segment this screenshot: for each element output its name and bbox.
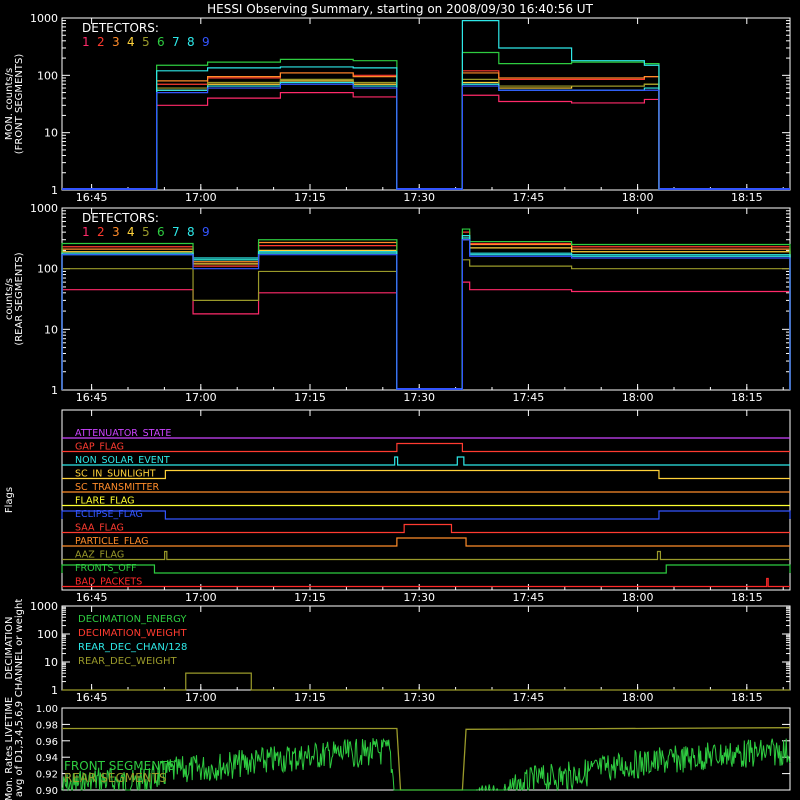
flags-xtick-label: 17:45 — [513, 591, 545, 604]
rear-legend-number: 7 — [172, 225, 180, 239]
rear-legend-number: 4 — [127, 225, 135, 239]
decimation-legend-entry: DECIMATION_ENERGY — [78, 614, 187, 625]
rear-xtick-label: 17:15 — [294, 391, 326, 404]
rear-legend-number: 5 — [142, 225, 150, 239]
flags-xtick-label: 16:45 — [76, 591, 108, 604]
decimation-legend-entry: REAR_DEC_CHAN/128 — [78, 642, 187, 653]
rear-ytick-label: 1 — [51, 384, 58, 397]
livetime-ylabel-line: avg of D1,3,4,5,6,9 — [14, 701, 25, 797]
livetime-legend-entry: REAR SEGMENTS — [64, 771, 167, 785]
rear-ytick-label: 10 — [44, 323, 58, 336]
figure-background — [0, 0, 800, 800]
front-legend-number: 2 — [97, 35, 105, 49]
flag-label: ATTENUATOR_STATE — [75, 428, 171, 439]
flags-ylabel-line: Flags — [4, 487, 15, 513]
front-ytick-label: 100 — [37, 69, 58, 82]
hessi-summary-figure: HESSI Observing Summary, starting on 200… — [0, 0, 800, 800]
rear-ytick-label: 100 — [37, 263, 58, 276]
flag-label: PARTICLE_FLAG — [75, 536, 148, 547]
flags-xtick-label: 18:15 — [731, 591, 763, 604]
rear-xtick-label: 18:15 — [731, 391, 763, 404]
rear-legend-number: 9 — [202, 225, 210, 239]
rear-xtick-label: 17:30 — [403, 391, 435, 404]
livetime-ytick-label: 0.94 — [36, 753, 58, 764]
decimation-legend-entry: REAR_DEC_WEIGHT — [78, 656, 177, 667]
livetime-ytick-label: 0.96 — [36, 737, 58, 748]
livetime-ytick-label: 0.98 — [36, 720, 58, 731]
front-ytick-label: 1 — [51, 184, 58, 197]
rear-xtick-label: 17:00 — [185, 391, 217, 404]
figure-title: HESSI Observing Summary, starting on 200… — [207, 2, 593, 16]
flag-label: BAD_PACKETS — [75, 577, 142, 588]
rear-xtick-label: 18:00 — [622, 391, 654, 404]
decimation-legend-entry: DECIMATION_WEIGHT — [78, 628, 187, 639]
front-legend-number: 8 — [187, 35, 195, 49]
front-legend-number: 9 — [202, 35, 210, 49]
front-legend-number: 7 — [172, 35, 180, 49]
front-ytick-label: 10 — [44, 127, 58, 140]
decimation-xtick-label: 17:30 — [403, 691, 435, 704]
flags-xtick-label: 17:15 — [294, 591, 326, 604]
front-ylabel-line: (FRONT SEGMENTS) — [14, 54, 25, 155]
flags-xtick-label: 17:00 — [185, 591, 217, 604]
rear-legend-number: 8 — [187, 225, 195, 239]
decimation-ytick-label: 1 — [51, 684, 58, 697]
front-xtick-label: 16:45 — [76, 191, 108, 204]
flag-label: AAZ_FLAG — [75, 550, 124, 561]
front-xtick-label: 18:00 — [622, 191, 654, 204]
rear-legend-title: DETECTORS: — [82, 211, 159, 225]
flag-label: SAA_FLAG — [75, 523, 124, 534]
decimation-xtick-label: 18:00 — [622, 691, 654, 704]
rear-legend-number: 2 — [97, 225, 105, 239]
flag-label: SC_IN_SUNLIGHT — [75, 469, 156, 480]
flags-xtick-label: 18:00 — [622, 591, 654, 604]
flag-label: FLARE_FLAG — [75, 496, 135, 507]
flag-label: GAP_FLAG — [75, 442, 124, 453]
front-legend-number: 3 — [112, 35, 120, 49]
decimation-xtick-label: 18:15 — [731, 691, 763, 704]
front-ytick-label: 1000 — [30, 12, 58, 25]
decimation-xtick-label: 17:00 — [185, 691, 217, 704]
decimation-xtick-label: 17:45 — [513, 691, 545, 704]
decimation-xtick-label: 17:15 — [294, 691, 326, 704]
front-xtick-label: 17:15 — [294, 191, 326, 204]
front-legend-number: 5 — [142, 35, 150, 49]
livetime-ytick-label: 0.92 — [36, 770, 58, 781]
rear-legend-number: 1 — [82, 225, 90, 239]
flag-label: NON_SOLAR_EVENT — [75, 455, 170, 466]
front-legend-number: 1 — [82, 35, 90, 49]
front-legend-number: 6 — [157, 35, 165, 49]
front-xtick-label: 17:45 — [513, 191, 545, 204]
rear-xtick-label: 16:45 — [76, 391, 108, 404]
rear-legend-number: 3 — [112, 225, 120, 239]
flag-label: SC_TRANSMITTER — [75, 482, 160, 493]
decimation-xtick-label: 16:45 — [76, 691, 108, 704]
livetime-ytick-label: 0.90 — [36, 786, 58, 797]
front-xtick-label: 18:15 — [731, 191, 763, 204]
decimation-ytick-label: 100 — [37, 628, 58, 641]
front-xtick-label: 17:00 — [185, 191, 217, 204]
rear-legend-number: 6 — [157, 225, 165, 239]
livetime-ytick-label: 1.00 — [36, 704, 58, 715]
rear-xtick-label: 17:45 — [513, 391, 545, 404]
front-legend-title: DETECTORS: — [82, 21, 159, 35]
decimation-ytick-label: 1000 — [30, 600, 58, 613]
front-xtick-label: 17:30 — [403, 191, 435, 204]
decimation-ytick-label: 10 — [44, 656, 58, 669]
rear-ytick-label: 1000 — [30, 202, 58, 215]
decimation-ylabel-line: CHANNEL or weight — [14, 599, 25, 698]
flags-xtick-label: 17:30 — [403, 591, 435, 604]
front-legend-number: 4 — [127, 35, 135, 49]
rear-ylabel-line: (REAR SEGMENTS) — [14, 252, 25, 345]
